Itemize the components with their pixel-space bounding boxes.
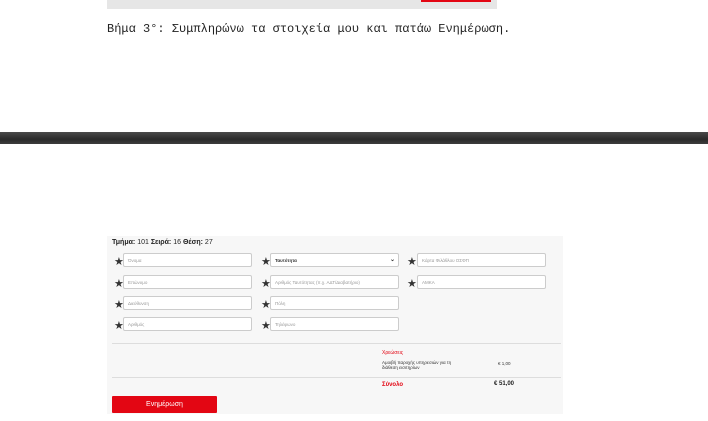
charges-title: Χρεώσεις bbox=[382, 350, 404, 356]
first-name-field[interactable]: Όνομα bbox=[123, 253, 252, 267]
service-fee-description: Αμοιβή παροχής υπηρεσιών για τη διάθεση … bbox=[382, 360, 452, 370]
charges-separator bbox=[112, 343, 561, 344]
last-name-field[interactable]: Επώνυμο bbox=[123, 275, 252, 289]
row-label: Σειρά: bbox=[150, 239, 172, 246]
top-strip-button-edge bbox=[421, 0, 491, 2]
street-number-field[interactable]: Αριθμός bbox=[123, 317, 252, 331]
city-field[interactable]: Πόλη bbox=[270, 296, 399, 310]
id-number-field[interactable]: Αριθμός Ταυτότητας (π.χ. ΑΔΤ/Διαβατήριο) bbox=[270, 275, 399, 289]
phone-field[interactable]: Τηλέφωνο bbox=[270, 317, 399, 331]
required-star-icon: ★ bbox=[407, 278, 417, 290]
seat-value: 27 bbox=[204, 239, 213, 246]
section-divider bbox=[0, 132, 708, 144]
total-label: Σύνολο bbox=[382, 382, 404, 388]
total-separator bbox=[112, 377, 561, 378]
total-value: € 51,00 bbox=[494, 381, 515, 387]
required-star-icon: ★ bbox=[407, 256, 417, 268]
section-value: 101 bbox=[137, 239, 149, 246]
step-caption: Βήμα 3°: Συμπληρώνω τα στοιχεία μου και … bbox=[107, 22, 511, 36]
seat-label: Θέση: bbox=[182, 239, 203, 246]
id-type-select[interactable]: Ταυτότητα ⌄ bbox=[270, 253, 399, 267]
row-value: 16 bbox=[173, 239, 182, 246]
chevron-down-icon: ⌄ bbox=[389, 257, 395, 263]
id-type-value: Ταυτότητα bbox=[275, 258, 297, 263]
address-field[interactable]: Διεύθυνση bbox=[123, 296, 252, 310]
fan-card-field[interactable]: Κάρτα Φιλάθλου ΟΣΦΠ bbox=[417, 253, 546, 267]
seat-info: Τμήμα: 101 Σειρά: 16 Θέση: 27 bbox=[112, 239, 213, 246]
section-label: Τμήμα: bbox=[112, 239, 136, 246]
amka-field[interactable]: ΑΜΚΑ bbox=[417, 275, 546, 289]
update-button[interactable]: Ενημέρωση bbox=[112, 396, 217, 413]
service-fee-value: € 1,00 bbox=[498, 361, 511, 366]
